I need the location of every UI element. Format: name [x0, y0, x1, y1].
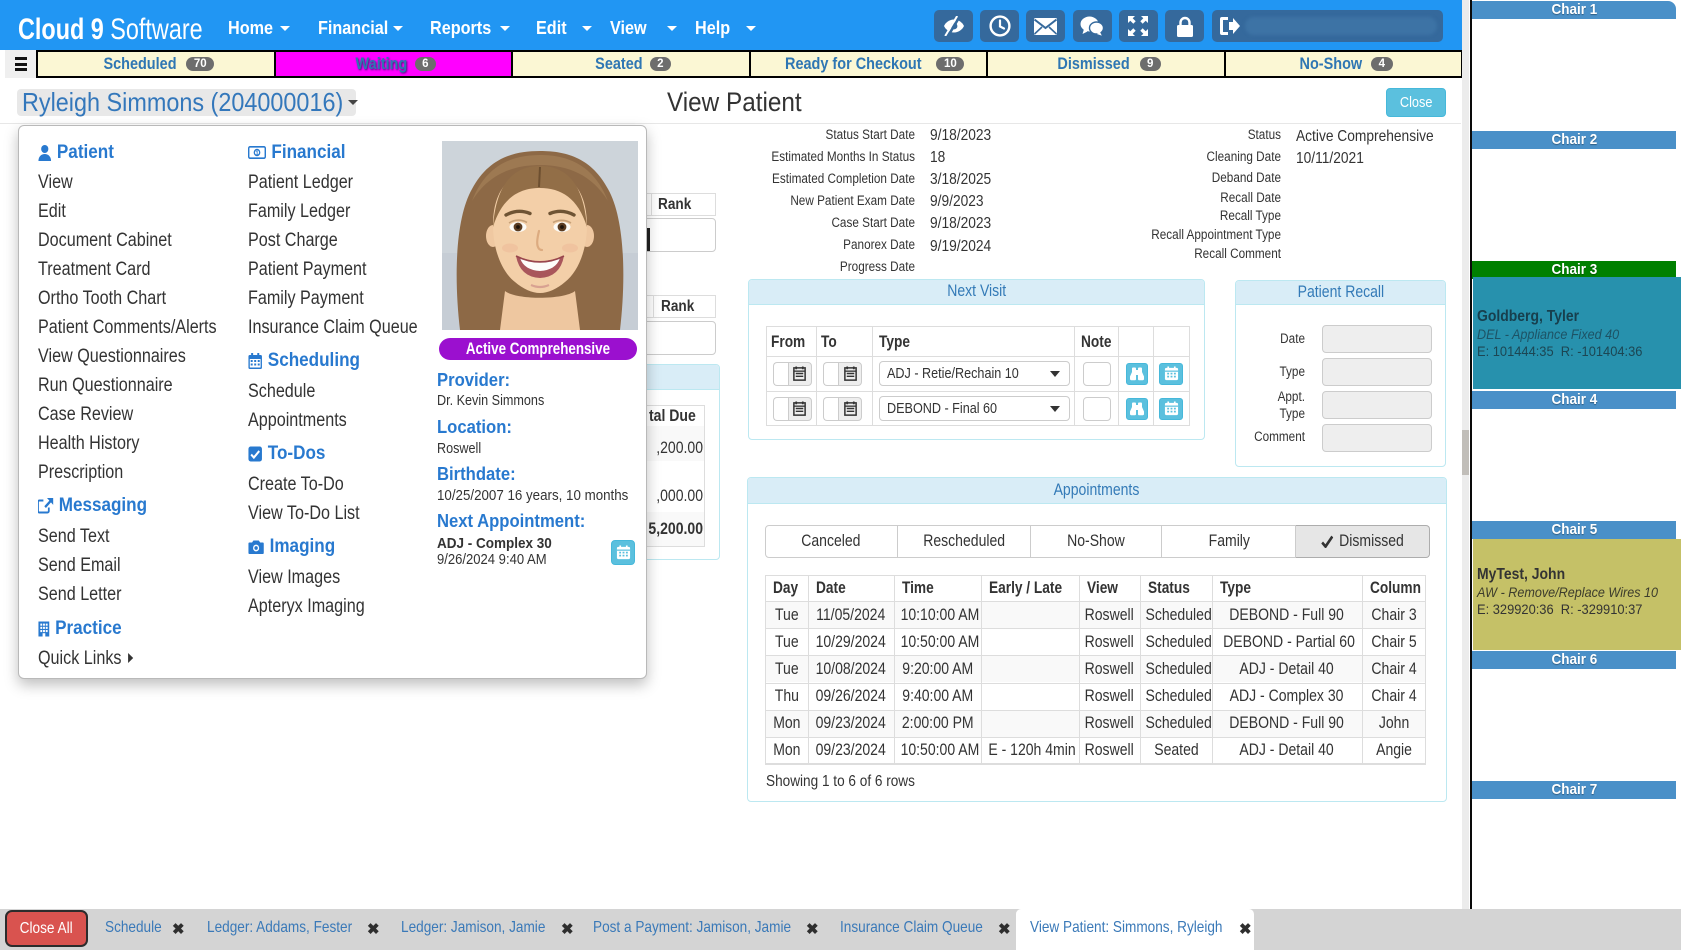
svg-text:1: 1: [255, 150, 259, 157]
